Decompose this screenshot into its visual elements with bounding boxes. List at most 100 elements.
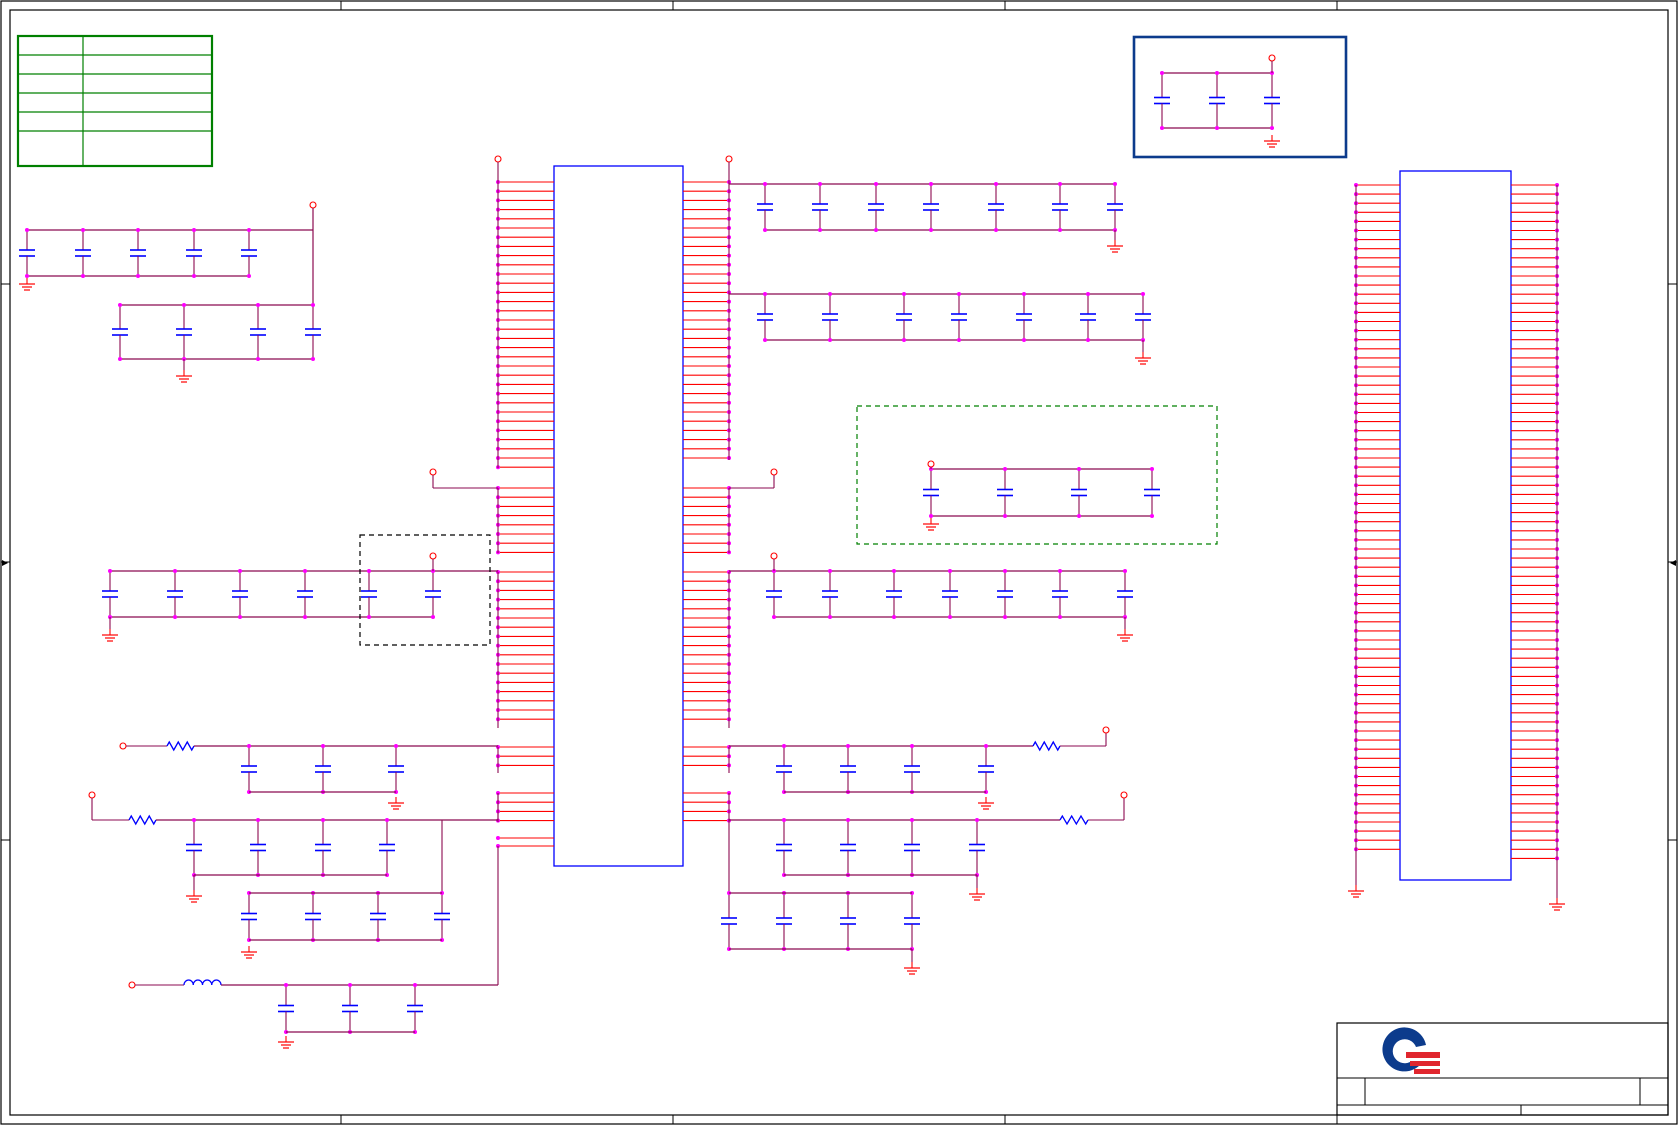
junction-dot [136,228,140,232]
junction-dot [192,274,196,278]
power-port [1120,791,1128,799]
capacitor [969,820,985,875]
capacitor [1117,571,1133,617]
junction-dot [25,274,29,278]
junction-dot [1150,514,1154,518]
capacitor [904,746,920,792]
capacitor [923,184,939,230]
capacitor [1144,469,1160,516]
company-logo: Q [1382,1027,1440,1074]
junction-dot [975,818,979,822]
junction-dot [763,182,767,186]
capacitor [822,294,838,340]
power-port [128,981,136,989]
junction-dot [1003,569,1007,573]
junction-dot [81,274,85,278]
junction-dot [256,357,260,361]
capacitor [130,230,146,276]
junction-dot [910,818,914,822]
capacitor [997,469,1013,516]
junction-dot [192,818,196,822]
junction-dot [1113,182,1117,186]
junction-dot [818,228,822,232]
junction-dot [367,615,371,619]
junction-dot [1003,615,1007,619]
connector-symbol [1348,170,1565,911]
ground-symbol [186,890,202,903]
junction-dot [1077,514,1081,518]
capacitor [978,746,994,792]
junction-dot [902,338,906,342]
ground-symbol [388,797,404,810]
capacitor [305,305,321,359]
capacitor [370,893,386,940]
junction-dot [303,569,307,573]
ground-symbol [1348,885,1364,898]
capacitor [241,893,257,940]
capacitor [297,571,313,617]
junction-dot [118,303,122,307]
capacitor [407,985,423,1032]
capacitor [250,820,266,875]
logo-stripe [1410,1061,1440,1066]
junction-dot [828,292,832,296]
capacitor [241,746,257,792]
power-port [309,201,317,209]
zone-arrow [1670,560,1676,566]
capacitor [1052,184,1068,230]
junction-dot [1086,292,1090,296]
capacitor [278,985,294,1032]
junction-dot [1086,338,1090,342]
capacitor [868,184,884,230]
junction-dot [321,744,325,748]
junction-dot [1058,569,1062,573]
junction-dot [108,569,112,573]
junction-dot [247,228,251,232]
junction-dot [984,744,988,748]
resistor [166,740,195,752]
junction-dot [1123,569,1127,573]
ground-symbol [278,1036,294,1049]
power-port [1102,726,1110,734]
capacitor [997,571,1013,617]
ground-symbol [19,278,35,291]
power-port [1268,54,1276,62]
connector-body [1399,170,1512,881]
logo-stripe [1406,1052,1440,1058]
capacitor [315,746,331,792]
capacitor [425,571,441,617]
junction-dot [303,615,307,619]
capacitor [951,294,967,340]
junction-dot [1003,514,1007,518]
capacitor [186,820,202,875]
junction-dot [929,514,933,518]
capacitor [434,893,450,940]
junction-dot [1270,126,1274,130]
ground-symbol [1549,898,1565,911]
power-port [429,552,437,560]
decoupling-networks [19,54,1280,1049]
capacitor [176,305,192,359]
schematic-sheet: Q [0,0,1678,1125]
junction-dot [874,228,878,232]
ground-symbol [978,797,994,810]
junction-dot [1058,182,1062,186]
junction-dot [311,303,315,307]
junction-dot [1022,338,1026,342]
capacitor [988,184,1004,230]
capacitor [250,305,266,359]
capacitor [886,571,902,617]
junction-dot [948,615,952,619]
junction-dot [828,569,832,573]
power-port [770,468,778,476]
junction-dot [828,615,832,619]
junction-dot [1077,467,1081,471]
junction-dot [910,744,914,748]
ground-symbol [904,962,920,975]
inductor [183,979,222,986]
ic-main-symbol [429,155,778,867]
junction-dot [782,818,786,822]
junction-dot [321,818,325,822]
capacitor [812,184,828,230]
junction-dot [994,182,998,186]
